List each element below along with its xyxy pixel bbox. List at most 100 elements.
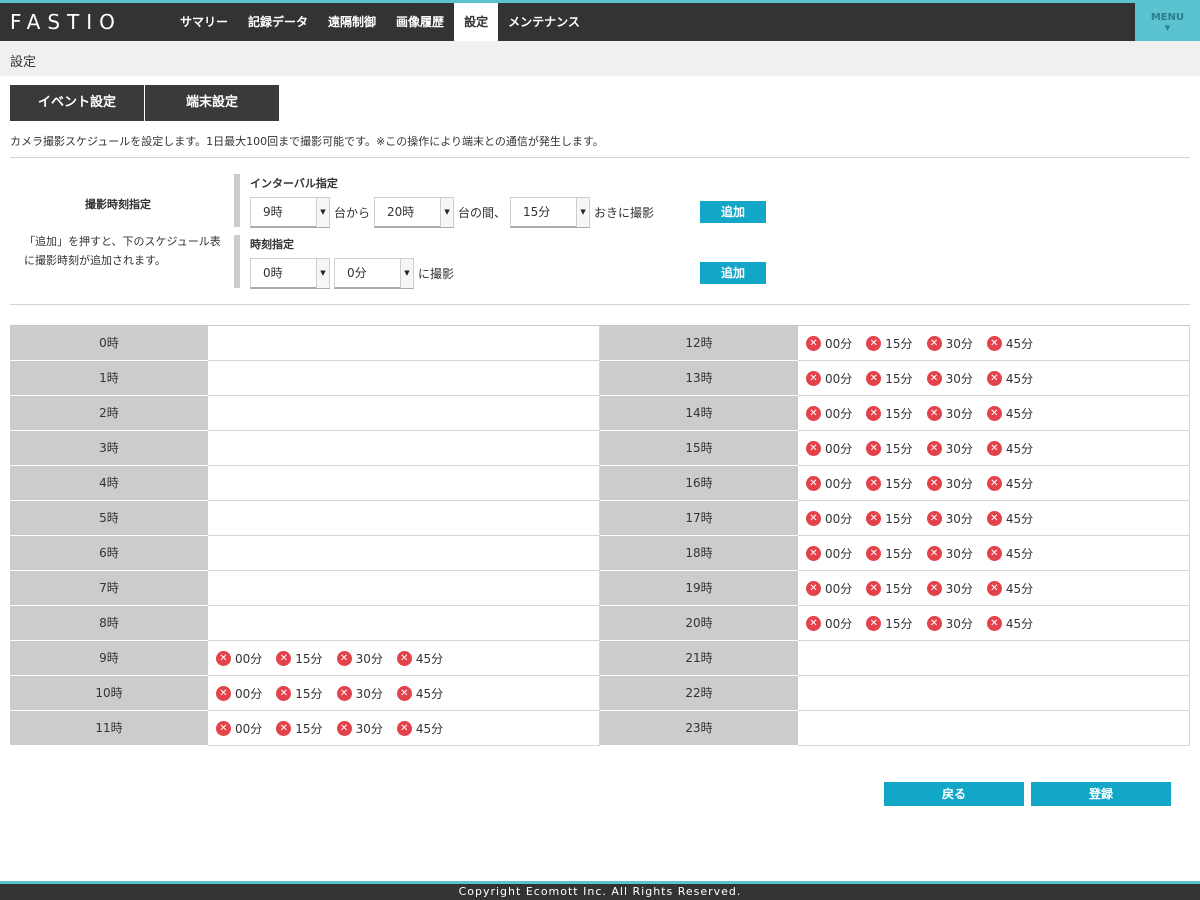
remove-slot-icon[interactable]: ✕ xyxy=(926,580,942,596)
hour-label: 15時 xyxy=(600,431,798,466)
remove-slot-icon[interactable]: ✕ xyxy=(866,335,882,351)
slot-minute-label: 30分 xyxy=(945,336,973,351)
time-slot-chip: ✕ 00分 xyxy=(806,370,852,387)
nav-remote-control[interactable]: 遠隔制御 xyxy=(318,3,386,41)
time-slot-chip: ✕ 45分 xyxy=(986,440,1033,457)
time-slot-chip: ✕ 00分 xyxy=(806,615,852,632)
nav-maintenance[interactable]: メンテナンス xyxy=(498,3,590,41)
time-slot-chip: ✕ 45分 xyxy=(986,615,1033,632)
hour-label: 6時 xyxy=(10,536,208,571)
slot-minute-label: 30分 xyxy=(945,476,973,491)
interval-block: インターバル指定 9時 ▼ 台から 20時 ▼ 台の間、 15分 ▼ おきに撮影 xyxy=(234,174,658,228)
hour-label: 14時 xyxy=(600,396,798,431)
nav-summary[interactable]: サマリー xyxy=(170,3,238,41)
remove-slot-icon[interactable]: ✕ xyxy=(926,615,942,631)
remove-slot-icon[interactable]: ✕ xyxy=(336,685,352,701)
remove-slot-icon[interactable]: ✕ xyxy=(926,335,942,351)
remove-slot-icon[interactable]: ✕ xyxy=(216,720,231,736)
slot-minute-label: 15分 xyxy=(885,546,913,561)
remove-slot-icon[interactable]: ✕ xyxy=(986,405,1002,421)
remove-slot-icon[interactable]: ✕ xyxy=(986,510,1002,526)
minute-select[interactable]: 0分 ▼ xyxy=(334,258,414,289)
time-slot-chip: ✕ 15分 xyxy=(866,475,913,492)
remove-slot-icon[interactable]: ✕ xyxy=(866,405,882,421)
slot-minute-label: 30分 xyxy=(945,371,973,386)
remove-slot-icon[interactable]: ✕ xyxy=(986,370,1002,386)
remove-slot-icon[interactable]: ✕ xyxy=(336,650,352,666)
schedule-row: 4時 16時 ✕ 00分 ✕ 15分 ✕ 30分 ✕ 45分 xyxy=(10,466,1190,501)
time-add-button[interactable]: 追加 xyxy=(700,262,766,284)
slot-minute-label: 30分 xyxy=(945,406,973,421)
time-slot-chip: ✕ 30分 xyxy=(926,580,973,597)
time-slot-chip: ✕ 30分 xyxy=(926,440,973,457)
remove-slot-icon[interactable]: ✕ xyxy=(806,545,821,561)
remove-slot-icon[interactable]: ✕ xyxy=(866,615,882,631)
hour-select[interactable]: 0時 ▼ xyxy=(250,258,330,289)
remove-slot-icon[interactable]: ✕ xyxy=(806,510,821,526)
hour-label: 21時 xyxy=(600,641,798,676)
time-slot-chip: ✕ 00分 xyxy=(806,545,852,562)
schedule-row: 0時 12時 ✕ 00分 ✕ 15分 ✕ 30分 ✕ 45分 xyxy=(10,326,1190,361)
interval-suffix: おきに撮影 xyxy=(594,206,655,220)
remove-slot-icon[interactable]: ✕ xyxy=(806,440,821,456)
remove-slot-icon[interactable]: ✕ xyxy=(866,370,882,386)
slot-minute-label: 30分 xyxy=(355,651,383,666)
tab-event-settings[interactable]: イベント設定 xyxy=(10,85,144,121)
remove-slot-icon[interactable]: ✕ xyxy=(806,405,821,421)
remove-slot-icon[interactable]: ✕ xyxy=(866,510,882,526)
remove-slot-icon[interactable]: ✕ xyxy=(806,475,821,491)
app-logo[interactable]: FASTIO xyxy=(10,10,122,34)
remove-slot-icon[interactable]: ✕ xyxy=(866,545,882,561)
remove-slot-icon[interactable]: ✕ xyxy=(926,510,942,526)
remove-slot-icon[interactable]: ✕ xyxy=(396,685,412,701)
remove-slot-icon[interactable]: ✕ xyxy=(216,650,231,666)
nav-image-history[interactable]: 画像履歴 xyxy=(386,3,454,41)
interval-end-select[interactable]: 20時 ▼ xyxy=(374,197,455,228)
remove-slot-icon[interactable]: ✕ xyxy=(986,335,1002,351)
remove-slot-icon[interactable]: ✕ xyxy=(806,615,821,631)
remove-slot-icon[interactable]: ✕ xyxy=(986,475,1002,491)
between-label: 台の間、 xyxy=(458,206,507,220)
main-nav: サマリー 記録データ 遠隔制御 画像履歴 設定 メンテナンス xyxy=(170,3,590,41)
back-button[interactable]: 戻る xyxy=(884,782,1024,806)
remove-slot-icon[interactable]: ✕ xyxy=(986,580,1002,596)
remove-slot-icon[interactable]: ✕ xyxy=(926,475,942,491)
time-slot-chip: ✕ 45分 xyxy=(986,370,1033,387)
schedule-table: 0時 12時 ✕ 00分 ✕ 15分 ✕ 30分 ✕ 45分 1時 13時 ✕ 00分 ✕ 15分 ✕ 30分 ✕ 4… xyxy=(10,325,1190,746)
hour-slots xyxy=(208,466,600,501)
remove-slot-icon[interactable]: ✕ xyxy=(926,405,942,421)
register-button[interactable]: 登録 xyxy=(1031,782,1171,806)
interval-add-button[interactable]: 追加 xyxy=(700,201,766,223)
remove-slot-icon[interactable]: ✕ xyxy=(806,370,821,386)
nav-settings[interactable]: 設定 xyxy=(454,3,499,41)
remove-slot-icon[interactable]: ✕ xyxy=(276,685,292,701)
interval-step-select[interactable]: 15分 ▼ xyxy=(510,197,591,228)
time-slot-chip: ✕ 30分 xyxy=(926,510,973,527)
remove-slot-icon[interactable]: ✕ xyxy=(986,615,1002,631)
remove-slot-icon[interactable]: ✕ xyxy=(926,545,942,561)
remove-slot-icon[interactable]: ✕ xyxy=(866,475,882,491)
hour-slots xyxy=(798,676,1190,711)
time-slot-chip: ✕ 15分 xyxy=(866,545,913,562)
remove-slot-icon[interactable]: ✕ xyxy=(866,440,882,456)
hour-slots xyxy=(208,571,600,606)
remove-slot-icon[interactable]: ✕ xyxy=(986,545,1002,561)
remove-slot-icon[interactable]: ✕ xyxy=(216,685,231,701)
remove-slot-icon[interactable]: ✕ xyxy=(336,720,352,736)
remove-slot-icon[interactable]: ✕ xyxy=(396,720,412,736)
remove-slot-icon[interactable]: ✕ xyxy=(926,440,942,456)
schedule-row: 5時 17時 ✕ 00分 ✕ 15分 ✕ 30分 ✕ 45分 xyxy=(10,501,1190,536)
remove-slot-icon[interactable]: ✕ xyxy=(276,650,292,666)
nav-records[interactable]: 記録データ xyxy=(238,3,318,41)
remove-slot-icon[interactable]: ✕ xyxy=(396,650,412,666)
tab-device-settings[interactable]: 端末設定 xyxy=(145,85,279,121)
remove-slot-icon[interactable]: ✕ xyxy=(986,440,1002,456)
remove-slot-icon[interactable]: ✕ xyxy=(276,720,292,736)
menu-button[interactable]: MENU ▼ xyxy=(1135,3,1200,41)
interval-start-select[interactable]: 9時 ▼ xyxy=(250,197,330,228)
slot-minute-label: 00分 xyxy=(235,721,263,736)
remove-slot-icon[interactable]: ✕ xyxy=(806,335,821,351)
remove-slot-icon[interactable]: ✕ xyxy=(806,580,821,596)
remove-slot-icon[interactable]: ✕ xyxy=(926,370,942,386)
remove-slot-icon[interactable]: ✕ xyxy=(866,580,882,596)
